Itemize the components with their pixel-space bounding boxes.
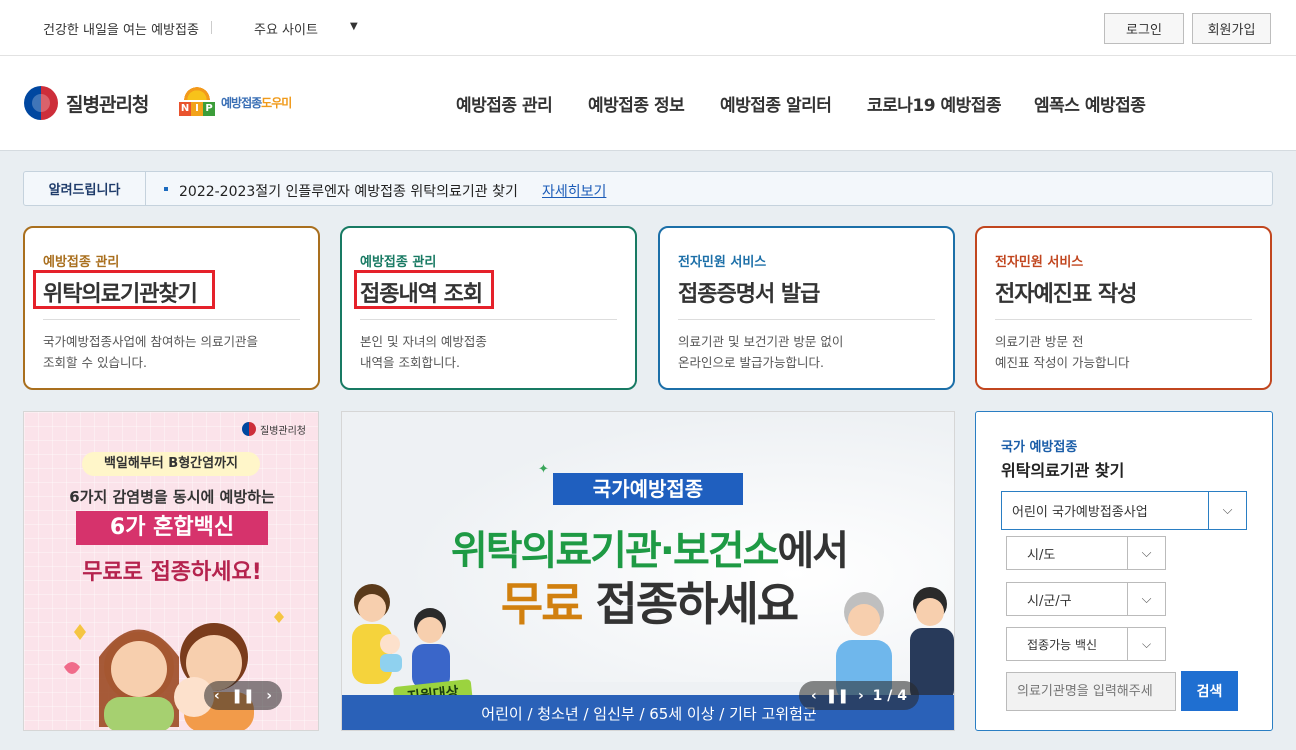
banner-mid-controls: ‹ ❚❚ › 1 / 4 [799, 681, 919, 710]
bullet-icon [164, 187, 168, 191]
star-icon: ✦ [538, 462, 549, 477]
chevron-down-icon[interactable]: ⌵ [1127, 537, 1165, 569]
card-title: 접종증명서 발급 [678, 282, 820, 307]
card-title: 전자예진표 작성 [995, 282, 1137, 307]
card-category: 전자민원 서비스 [995, 255, 1084, 270]
vaccine-select-value: 접종가능 백신 [1027, 637, 1098, 652]
nip-letter: P [203, 102, 215, 116]
card-description: 의료기관 및 보건기관 방문 없이온라인으로 발급가능합니다. [678, 331, 943, 373]
card-desc-line: 본인 및 자녀의 예방접종 [360, 334, 487, 349]
card-desc-line: 의료기관 방문 전 [995, 334, 1084, 349]
nip-sun-icon: N I P [177, 84, 217, 120]
divider [360, 319, 617, 320]
banner-org: 질병관리청 [260, 426, 306, 437]
highlight-box [33, 270, 215, 309]
clinic-search-panel: 국가 예방접종 위탁의료기관 찾기 어린이 국가예방접종사업 ⌵ 시/도 ⌵ 시… [975, 411, 1273, 731]
clinic-name-input[interactable] [1006, 672, 1176, 711]
highlight-box [354, 270, 494, 309]
search-button[interactable]: 검색 [1181, 671, 1238, 711]
vaccine-promo-banner[interactable]: 질병관리청 백일해부터 B형간염까지 6가지 감염병을 동시에 예방하는 6가 … [23, 411, 319, 731]
major-sites-dropdown[interactable]: 주요 사이트 [254, 19, 318, 38]
prev-arrow-icon[interactable]: ‹ [811, 688, 817, 704]
kdca-logo-text: 질병관리청 [66, 93, 149, 116]
divider [678, 319, 935, 320]
nip-letter: N [179, 102, 191, 116]
chevron-down-icon[interactable]: ⌵ [1208, 492, 1246, 529]
program-select[interactable]: 어린이 국가예방접종사업 ⌵ [1001, 491, 1247, 530]
caret-down-icon[interactable]: ▼ [350, 21, 358, 32]
banner-line: 6가 혼합백신 [76, 511, 268, 545]
chevron-down-icon[interactable]: ⌵ [1127, 628, 1165, 660]
divider [211, 21, 212, 34]
banner-headline-dark: 접종하세요 [581, 577, 800, 631]
card-category: 예방접종 관리 [360, 255, 437, 270]
notice-tag: 알려드립니다 [24, 172, 146, 205]
national-vaccination-banner[interactable]: ✦ 국가예방접종 위탁의료기관·보건소에서 무료 접종하세요 지원대상 어린이 … [341, 411, 955, 731]
vaccine-select[interactable]: 접종가능 백신 ⌵ [1006, 627, 1166, 661]
next-arrow-icon[interactable]: › [858, 688, 864, 704]
card-desc-line: 내역을 조회합니다. [360, 355, 460, 370]
family-illustration-icon [64, 611, 284, 730]
next-arrow-icon[interactable]: › [266, 688, 272, 704]
pause-icon[interactable]: ❚❚ [231, 688, 254, 704]
sido-select-value: 시/도 [1027, 547, 1056, 563]
nav-covid19-vaccination[interactable]: 코로나19 예방접종 [867, 91, 1002, 116]
nav-mpox-vaccination[interactable]: 엠폭스 예방접종 [1034, 91, 1146, 116]
banner-left-controls: ‹ ❚❚ › [204, 681, 282, 710]
kdca-logo[interactable]: 질병관리청 [24, 86, 149, 120]
program-select-value: 어린이 국가예방접종사업 [1012, 505, 1148, 520]
nip-letter: I [191, 102, 203, 116]
search-label-category: 국가 예방접종 [1001, 440, 1078, 455]
card-desc-line: 조회할 수 있습니다. [43, 355, 147, 370]
divider [43, 319, 300, 320]
nav-vaccination-management[interactable]: 예방접종 관리 [456, 91, 553, 116]
nip-logo-text: 예방접종도우미 [221, 94, 292, 111]
nav-vaccination-info[interactable]: 예방접종 정보 [588, 91, 685, 116]
nip-logo[interactable]: N I P 예방접종도우미 [177, 84, 292, 120]
prev-arrow-icon[interactable]: ‹ [214, 688, 220, 704]
chevron-down-icon[interactable]: ⌵ [1127, 583, 1165, 615]
banner-page-indicator: 1 / 4 [872, 687, 907, 704]
slogan: 건강한 내일을 여는 예방접종 [43, 23, 199, 38]
pause-icon[interactable]: ❚❚ [826, 688, 849, 704]
banner-headline-orange: 무료 [500, 577, 584, 631]
search-label-title: 위탁의료기관 찾기 [1001, 461, 1125, 480]
top-utility-bar: 건강한 내일을 여는 예방접종 주요 사이트 ▼ 로그인 회원가입 [0, 0, 1296, 56]
card-description: 의료기관 방문 전예진표 작성이 가능합니다 [995, 331, 1260, 373]
card-description: 본인 및 자녀의 예방접종내역을 조회합니다. [360, 331, 625, 373]
nip-suffix: 도우미 [261, 95, 292, 110]
sido-select[interactable]: 시/도 ⌵ [1006, 536, 1166, 570]
sigungu-select[interactable]: 시/군/구 ⌵ [1006, 582, 1166, 616]
card-desc-line: 예진표 작성이 가능합니다 [995, 355, 1130, 370]
card-description: 국가예방접종사업에 참여하는 의료기관을조회할 수 있습니다. [43, 331, 308, 373]
banner-line: 무료로 접종하세요! [82, 560, 262, 585]
banner-line: 백일해부터 B형간염까지 [82, 452, 260, 476]
notice-message[interactable]: 2022-2023절기 인플루엔자 예방접종 위탁의료기관 찾기 [179, 181, 518, 201]
main-header: 질병관리청 N I P 예방접종도우미 예방접종 관리 예방접종 정보 예방접종… [0, 56, 1296, 151]
card-desc-line: 온라인으로 발급가능합니다. [678, 355, 824, 370]
notice-bar: 알려드립니다 2022-2023절기 인플루엔자 예방접종 위탁의료기관 찾기 … [23, 171, 1273, 206]
sigungu-select-value: 시/군/구 [1027, 593, 1072, 609]
banner-line: 6가지 감염병을 동시에 예방하는 [69, 488, 275, 506]
nip-prefix: 예방접종 [221, 95, 262, 110]
card-category: 예방접종 관리 [43, 255, 120, 270]
card-category: 전자민원 서비스 [678, 255, 767, 270]
notice-more-link[interactable]: 자세히보기 [542, 181, 606, 201]
banner-badge: 국가예방접종 [553, 473, 743, 505]
card-desc-line: 국가예방접종사업에 참여하는 의료기관을 [43, 334, 258, 349]
taegeuk-emblem-icon [242, 422, 256, 436]
card-certificate[interactable]: 전자민원 서비스 접종증명서 발급 의료기관 및 보건기관 방문 없이온라인으로… [658, 226, 955, 390]
card-pre-screening[interactable]: 전자민원 서비스 전자예진표 작성 의료기관 방문 전예진표 작성이 가능합니다 [975, 226, 1272, 390]
nav-vaccination-alert[interactable]: 예방접종 알리터 [720, 91, 832, 116]
signup-button[interactable]: 회원가입 [1192, 13, 1271, 44]
taegeuk-emblem-icon [24, 86, 58, 120]
login-button[interactable]: 로그인 [1104, 13, 1184, 44]
card-desc-line: 의료기관 및 보건기관 방문 없이 [678, 334, 844, 349]
divider [995, 319, 1252, 320]
